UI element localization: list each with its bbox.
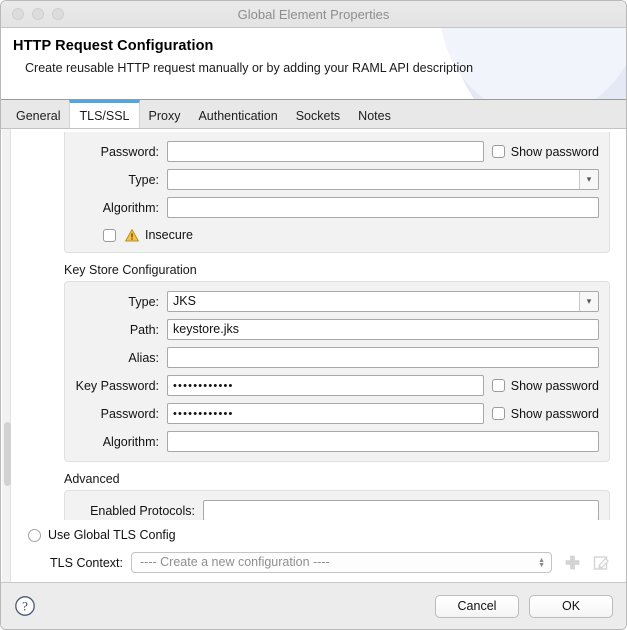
chevron-down-icon[interactable]: ▾ <box>579 170 598 189</box>
trust-type-row: Type: ▾ <box>75 169 599 190</box>
keystore-key-show-password-box[interactable] <box>492 379 505 392</box>
keystore-key-password-label: Key Password: <box>75 379 167 393</box>
trust-store-group: Password: Show password Type: ▾ Algor <box>64 132 610 253</box>
trust-algorithm-label: Algorithm: <box>75 201 167 215</box>
trust-password-label: Password: <box>75 145 167 159</box>
trust-type-combo[interactable]: ▾ <box>167 169 599 190</box>
use-global-tls-label: Use Global TLS Config <box>48 528 176 542</box>
keystore-type-row: Type: JKS ▾ <box>75 291 599 312</box>
insecure-label: Insecure <box>145 228 193 242</box>
dialog-header: HTTP Request Configuration Create reusab… <box>1 28 626 100</box>
tls-ssl-panel: Password: Show password Type: ▾ Algor <box>1 129 626 582</box>
keystore-path-input[interactable]: keystore.jks <box>167 319 599 340</box>
global-element-properties-dialog: Global Element Properties HTTP Request C… <box>0 0 627 630</box>
ok-button[interactable]: OK <box>529 595 613 618</box>
keystore-show-password-checkbox[interactable]: Show password <box>492 407 599 421</box>
vertical-scrollbar-track[interactable] <box>2 129 11 582</box>
pencil-edit-icon[interactable] <box>593 554 610 571</box>
keystore-key-show-password-checkbox[interactable]: Show password <box>492 379 599 393</box>
keystore-password-input[interactable]: •••••••••••• <box>167 403 484 424</box>
global-tls-config-section: Use Global TLS Config TLS Context: ---- … <box>12 520 626 582</box>
use-global-tls-radio-row[interactable]: Use Global TLS Config <box>28 528 610 542</box>
help-question-icon[interactable]: ? <box>14 595 36 617</box>
tab-sockets[interactable]: Sockets <box>287 100 349 128</box>
cancel-button[interactable]: Cancel <box>435 595 519 618</box>
tab-tls-ssl[interactable]: TLS/SSL <box>69 100 139 128</box>
chevron-down-icon[interactable]: ▾ <box>579 292 598 311</box>
tls-context-select[interactable]: ---- Create a new configuration ---- ▲▼ <box>131 552 552 573</box>
tls-context-row: TLS Context: ---- Create a new configura… <box>48 552 610 573</box>
updown-chevron-icon[interactable]: ▲▼ <box>538 558 545 568</box>
trust-algorithm-row: Algorithm: <box>75 197 599 218</box>
keystore-key-password-row: Key Password: •••••••••••• Show password <box>75 375 599 396</box>
keystore-show-password-label: Show password <box>511 407 599 421</box>
keystore-algorithm-label: Algorithm: <box>75 435 167 449</box>
use-global-tls-radio[interactable] <box>28 529 41 542</box>
svg-text:?: ? <box>22 598 28 613</box>
page-subtitle: Create reusable HTTP request manually or… <box>25 61 626 75</box>
tab-authentication[interactable]: Authentication <box>189 100 286 128</box>
minimize-window-button[interactable] <box>32 8 44 20</box>
plus-icon[interactable] <box>564 554 581 571</box>
advanced-group-title: Advanced <box>64 472 610 486</box>
enabled-protocols-row: Enabled Protocols: <box>75 500 599 521</box>
tab-notes[interactable]: Notes <box>349 100 400 128</box>
keystore-type-value: JKS <box>173 294 196 308</box>
insecure-checkbox-row[interactable]: Insecure <box>103 227 599 243</box>
keystore-password-label: Password: <box>75 407 167 421</box>
keystore-type-combo[interactable]: JKS ▾ <box>167 291 599 312</box>
trust-show-password-label: Show password <box>511 145 599 159</box>
trust-show-password-box[interactable] <box>492 145 505 158</box>
tls-context-label: TLS Context: <box>48 556 131 570</box>
trust-password-input[interactable] <box>167 141 484 162</box>
page-title: HTTP Request Configuration <box>13 38 626 54</box>
trust-show-password-checkbox[interactable]: Show password <box>492 145 599 159</box>
window-title: Global Element Properties <box>1 7 626 22</box>
window-titlebar: Global Element Properties <box>1 1 626 28</box>
tls-context-value: ---- Create a new configuration ---- <box>140 555 330 569</box>
vertical-scrollbar-thumb[interactable] <box>4 422 11 486</box>
tab-general[interactable]: General <box>7 100 69 128</box>
trust-type-label: Type: <box>75 173 167 187</box>
enabled-protocols-label: Enabled Protocols: <box>75 504 203 518</box>
keystore-key-show-password-label: Show password <box>511 379 599 393</box>
tab-proxy[interactable]: Proxy <box>140 100 190 128</box>
traffic-light-group <box>12 8 64 20</box>
keystore-password-row: Password: •••••••••••• Show password <box>75 403 599 424</box>
keystore-alias-row: Alias: <box>75 347 599 368</box>
keystore-alias-input[interactable] <box>167 347 599 368</box>
keystore-alias-label: Alias: <box>75 351 167 365</box>
tls-form-content: Password: Show password Type: ▾ Algor <box>12 129 626 582</box>
keystore-algorithm-input[interactable] <box>167 431 599 452</box>
warning-triangle-icon <box>125 229 139 242</box>
zoom-window-button[interactable] <box>52 8 64 20</box>
close-window-button[interactable] <box>12 8 24 20</box>
enabled-protocols-input[interactable] <box>203 500 599 521</box>
trust-password-row: Password: Show password <box>75 141 599 162</box>
keystore-key-password-input[interactable]: •••••••••••• <box>167 375 484 396</box>
insecure-checkbox[interactable] <box>103 229 116 242</box>
keystore-show-password-box[interactable] <box>492 407 505 420</box>
key-store-group: Type: JKS ▾ Path: keystore.jks Alias: Ke… <box>64 281 610 462</box>
trust-algorithm-input[interactable] <box>167 197 599 218</box>
keystore-path-row: Path: keystore.jks <box>75 319 599 340</box>
keystore-path-label: Path: <box>75 323 167 337</box>
key-store-group-title: Key Store Configuration <box>64 263 610 277</box>
tab-bar: General TLS/SSL Proxy Authentication Soc… <box>1 100 626 129</box>
keystore-algorithm-row: Algorithm: <box>75 431 599 452</box>
keystore-type-label: Type: <box>75 295 167 309</box>
dialog-footer: ? Cancel OK <box>1 582 626 629</box>
